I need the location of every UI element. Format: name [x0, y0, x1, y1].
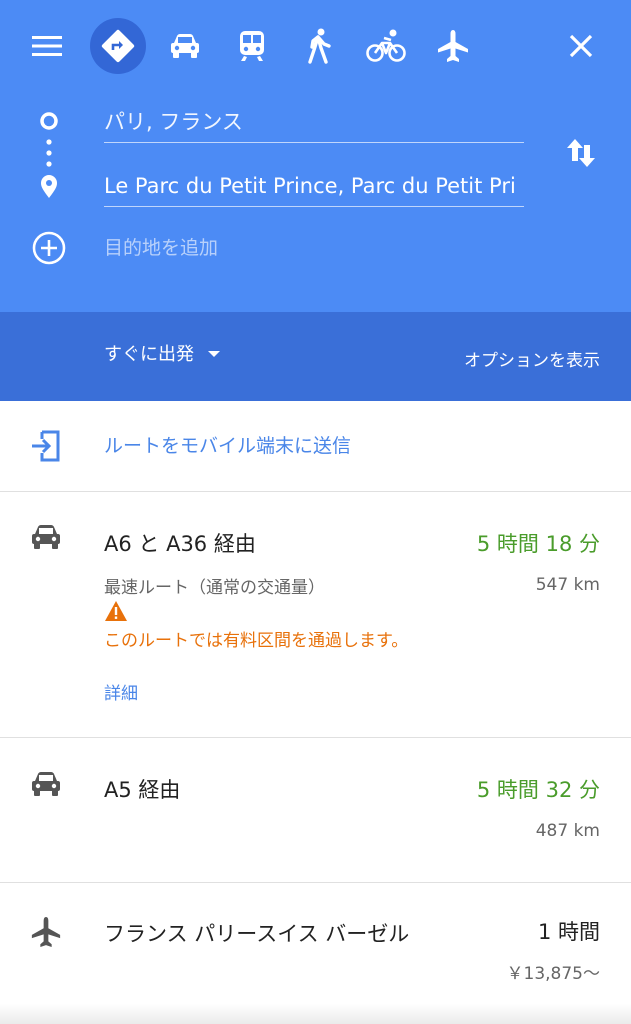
plane-icon	[31, 916, 61, 948]
bike-icon	[366, 29, 406, 62]
train-icon	[240, 31, 264, 61]
walk-icon	[308, 28, 331, 64]
toll-warning-text: このルートでは有料区間を通過します。	[104, 631, 409, 651]
send-to-device-icon	[32, 430, 60, 462]
origin-circle-icon	[32, 112, 66, 265]
flight-option[interactable]: フランス パリースイス バーゼル 1 時間 ￥13,875〜	[0, 884, 631, 1024]
mode-flights[interactable]	[425, 18, 481, 74]
send-to-device-label: ルートをモバイル端末に送信	[104, 435, 352, 457]
add-destination-button[interactable]: 目的地を追加	[104, 232, 218, 264]
route-title: A6 と A36 経由	[104, 532, 256, 556]
route-subtitle: 最速ルート（通常の交通量）	[104, 578, 325, 598]
car-icon	[32, 525, 60, 549]
route-waypoint-markers	[30, 108, 70, 278]
swap-origin-destination-button[interactable]	[560, 132, 602, 174]
car-icon	[171, 34, 199, 58]
route-details-link[interactable]: 詳細	[104, 679, 138, 704]
mode-cycling[interactable]	[358, 18, 414, 74]
directions-header: パリ, フランス Le Parc du Petit Prince, Parc d…	[0, 0, 631, 312]
route-distance: 487 km	[535, 821, 600, 841]
close-icon	[569, 34, 593, 58]
show-options-button[interactable]: オプションを表示	[464, 346, 600, 371]
route-option-1[interactable]: A6 と A36 経由 5 時間 18 分 最速ルート（通常の交通量） 547 …	[0, 492, 631, 738]
mode-driving[interactable]	[157, 18, 213, 74]
route-duration: 5 時間 32 分	[476, 778, 600, 802]
depart-time-dropdown[interactable]: すぐに出発	[104, 340, 220, 366]
travel-mode-bar	[0, 0, 631, 95]
route-duration: 5 時間 18 分	[476, 532, 600, 556]
car-icon	[32, 772, 60, 796]
menu-button[interactable]	[22, 22, 72, 70]
origin-input[interactable]: パリ, フランス	[104, 102, 524, 143]
scroll-shadow	[0, 1004, 631, 1024]
depart-time-label: すぐに出発	[104, 344, 194, 365]
route-distance: 547 km	[535, 575, 600, 595]
route-option-2[interactable]: A5 経由 5 時間 32 分 487 km	[0, 739, 631, 883]
directions-icon	[101, 29, 135, 63]
mode-walking[interactable]	[291, 18, 347, 74]
mode-transit[interactable]	[224, 18, 280, 74]
swap-icon	[567, 139, 595, 167]
send-to-device-row[interactable]: ルートをモバイル端末に送信	[0, 401, 631, 492]
menu-icon	[32, 36, 62, 56]
dropdown-arrow-icon	[208, 351, 220, 357]
warning-icon	[105, 601, 127, 621]
mode-best-route[interactable]	[90, 18, 146, 74]
flight-route-title: フランス パリースイス バーゼル	[104, 922, 410, 946]
flight-price: ￥13,875〜	[506, 964, 600, 984]
close-button[interactable]	[556, 22, 606, 70]
destination-input[interactable]: Le Parc du Petit Prince, Parc du Petit P…	[104, 166, 524, 207]
route-title: A5 経由	[104, 778, 181, 802]
plane-icon	[438, 30, 468, 62]
flight-duration: 1 時間	[537, 920, 600, 944]
